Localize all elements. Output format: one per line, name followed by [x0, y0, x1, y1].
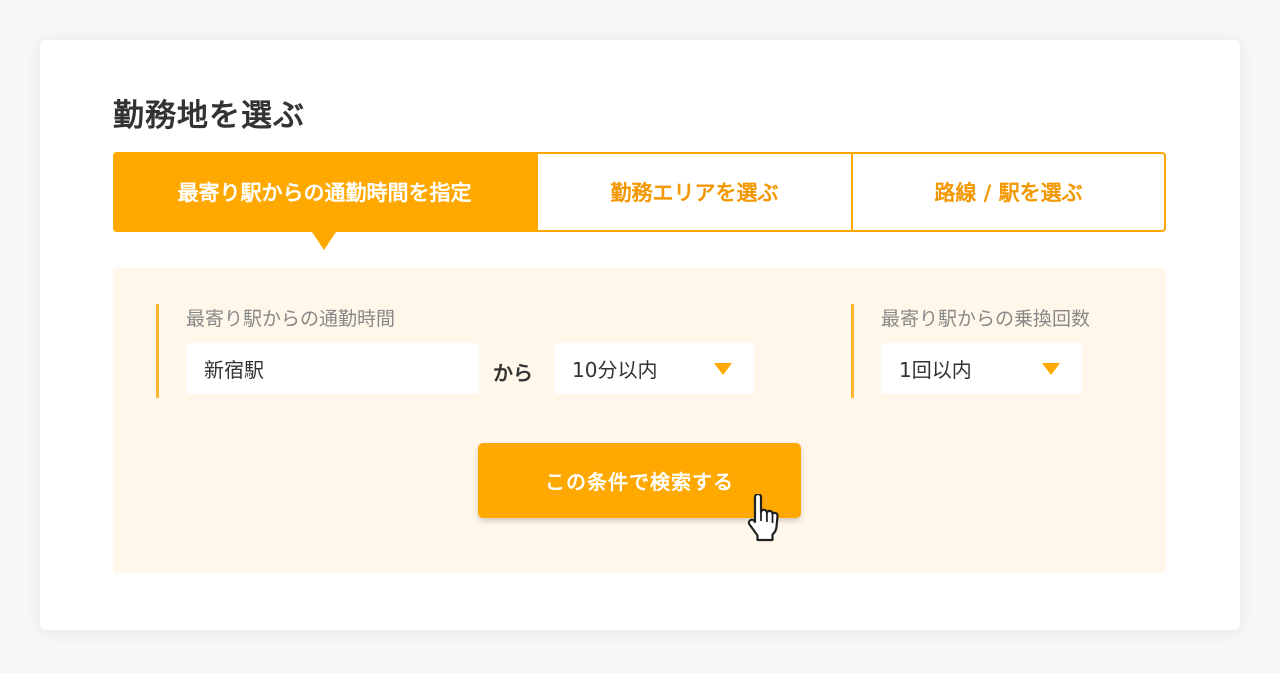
- tab-bar: 最寄り駅からの通勤時間を指定 勤務エリアを選ぶ 路線 / 駅を選ぶ: [113, 152, 1166, 250]
- tab-line-station-label: 路線 / 駅を選ぶ: [934, 181, 1083, 205]
- location-card: 勤務地を選ぶ 最寄り駅からの通勤時間を指定 勤務エリアを選ぶ 路線 / 駅を選ぶ…: [40, 40, 1240, 630]
- from-connector: から: [493, 361, 533, 385]
- transfer-count-label: 最寄り駅からの乗換回数: [881, 308, 1091, 330]
- triangle-down-icon: [714, 363, 732, 375]
- transfer-count-select[interactable]: 1回以内: [881, 343, 1082, 394]
- transfer-count-group: 最寄り駅からの乗換回数 1回以内: [851, 304, 1141, 398]
- station-input[interactable]: 新宿駅: [186, 343, 479, 394]
- tab-work-area-label: 勤務エリアを選ぶ: [610, 181, 779, 205]
- station-input-value: 新宿駅: [204, 358, 264, 382]
- commute-time-select[interactable]: 10分以内: [554, 343, 754, 394]
- pointer-hand-icon: [747, 494, 779, 542]
- filter-panel: 最寄り駅からの通勤時間 新宿駅 から 10分以内 最寄り駅からの乗換回数 1回以…: [113, 268, 1166, 573]
- search-button-label: この条件で検索する: [545, 470, 734, 494]
- page-title: 勤務地を選ぶ: [113, 98, 305, 134]
- commute-time-label: 最寄り駅からの通勤時間: [186, 308, 396, 330]
- tab-commute-time[interactable]: 最寄り駅からの通勤時間を指定: [113, 152, 536, 250]
- tab-line-station[interactable]: 路線 / 駅を選ぶ: [851, 154, 1164, 230]
- commute-time-select-value: 10分以内: [572, 358, 658, 382]
- commute-time-group: 最寄り駅からの通勤時間 新宿駅 から 10分以内: [156, 304, 776, 398]
- tab-commute-time-label: 最寄り駅からの通勤時間を指定: [177, 181, 472, 205]
- transfer-count-select-value: 1回以内: [899, 358, 972, 382]
- tab-work-area[interactable]: 勤務エリアを選ぶ: [536, 154, 851, 230]
- triangle-down-icon: [1042, 363, 1060, 375]
